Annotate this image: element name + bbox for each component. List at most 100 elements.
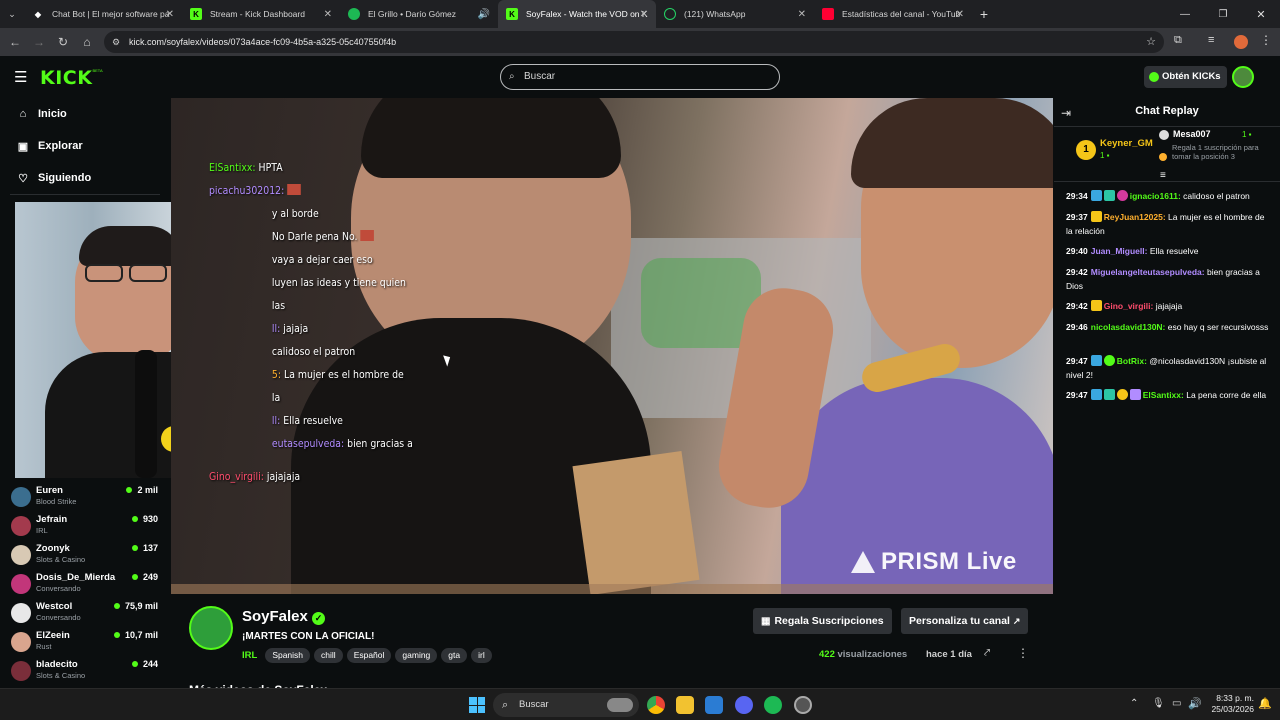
profile-avatar[interactable] (1234, 35, 1248, 49)
tag[interactable]: gaming (395, 648, 438, 663)
leader-name[interactable]: Keyner_GM (1100, 138, 1153, 149)
divider (10, 194, 160, 195)
notification-bell-icon[interactable]: 🔔 (1258, 697, 1272, 710)
new-tab-button[interactable]: + (972, 6, 996, 22)
avatar (11, 661, 31, 681)
compass-icon: ▣ (17, 140, 29, 153)
discord-icon[interactable] (735, 696, 753, 714)
hamburger-menu-icon[interactable]: ☰ (14, 68, 27, 86)
overlay-chat-line: picachu302012: (209, 179, 413, 202)
channel-name[interactable]: SoyFalex ✓ (242, 608, 326, 625)
share-icon[interactable]: ⤤ (984, 647, 990, 660)
extensions-icon[interactable]: ⧉ (1174, 34, 1182, 47)
chrome-icon[interactable] (647, 696, 665, 714)
kick-header: ☰ KICKBETA ⌕ Buscar Obtén KICKs (0, 56, 1280, 98)
leader-name[interactable]: Mesa007 (1173, 129, 1211, 139)
nav-explorar[interactable]: ▣ Explorar (16, 136, 83, 156)
get-kicks-button[interactable]: Obtén KICKs (1144, 66, 1227, 88)
file-explorer-icon[interactable] (676, 696, 694, 714)
forward-icon[interactable]: → (27, 35, 51, 49)
kicks-coin-icon (1149, 72, 1159, 82)
tab-spotify[interactable]: El Grillo • Darío Gómez 🔊 (340, 0, 498, 28)
microsoft-store-icon[interactable] (705, 696, 723, 714)
more-options-icon[interactable]: ⋮ (1017, 646, 1029, 660)
channel-avatar[interactable] (189, 606, 233, 650)
close-icon[interactable]: ✕ (166, 9, 174, 20)
channel-item[interactable]: Dosis_De_Mierda Conversando 249 (10, 571, 160, 600)
close-icon[interactable]: ✕ (798, 9, 806, 20)
tag[interactable]: Spanish (265, 648, 311, 663)
nav-siguiendo[interactable]: ♡ Siguiendo (16, 168, 91, 188)
tab-soyfalex-vod[interactable]: K SoyFalex - Watch the VOD on K ✕ (498, 0, 656, 28)
crown-icon (1090, 211, 1102, 222)
badge-icon (1090, 389, 1102, 400)
nav-inicio[interactable]: ⌂ Inicio (16, 104, 67, 124)
back-icon[interactable]: ← (3, 35, 27, 49)
mic-icon[interactable]: 🎙 (1152, 698, 1165, 709)
customize-channel-button[interactable]: Personaliza tu canal ↗ (901, 608, 1029, 634)
overlay-chat-line: vaya a dejar caer eso (271, 253, 373, 266)
tag[interactable]: Español (346, 648, 392, 663)
badge-icon (1116, 389, 1128, 400)
chat-message: 29:34 ignacio1611: calidoso el patron (1066, 190, 1250, 201)
tab-kick-dashboard[interactable]: K Stream - Kick Dashboard ✕ (182, 0, 340, 28)
rank-badge: 1 (1076, 140, 1096, 160)
home-browser-icon[interactable]: ⌂ (75, 35, 99, 49)
tag[interactable]: chill (314, 648, 343, 663)
channel-item[interactable]: Zoonyk Slots & Casino 137 (10, 542, 160, 571)
channel-item[interactable]: Jefrain IRL 930 (10, 513, 160, 542)
tab-list-icon[interactable]: ⌄ (0, 9, 24, 20)
taskbar-search[interactable]: ⌕ Buscar (493, 693, 639, 717)
media-controls-icon[interactable]: ≡ (1208, 34, 1214, 46)
badge-icon (1103, 190, 1115, 201)
clock[interactable]: 8:33 p. m. 25/03/2026 (1200, 693, 1254, 715)
tag[interactable]: irl (471, 648, 492, 663)
expand-leaderboard-icon[interactable]: ≡ (1160, 170, 1166, 181)
close-icon[interactable]: ✕ (324, 9, 332, 20)
gift-subs-button[interactable]: ▦ Regala Suscripciones (753, 608, 892, 634)
more-videos-heading: Más videos de SoyFalex (189, 680, 327, 688)
obs-icon[interactable] (794, 696, 812, 714)
restore-icon[interactable]: ❐ (1204, 9, 1242, 20)
channel-item[interactable]: ElZeein Rust 10,7 mil (10, 629, 160, 658)
close-window-icon[interactable]: ✕ (1242, 8, 1280, 21)
channel-item[interactable]: bladecito Slots & Casino 244 (10, 658, 160, 687)
tag[interactable]: gta (441, 648, 468, 663)
badge-icon (1103, 389, 1115, 400)
prism-live-watermark: PRISM Live (851, 547, 1017, 577)
windows-start-icon[interactable] (469, 697, 485, 713)
view-count: 422 visualizaciones (819, 649, 908, 660)
close-icon[interactable]: ✕ (640, 9, 648, 20)
site-info-icon[interactable]: ⚙ (112, 31, 120, 53)
diamond-icon: ◆ (34, 9, 42, 19)
category-link[interactable]: IRL (242, 650, 257, 661)
network-icon[interactable]: ▭ (1172, 698, 1181, 709)
channel-item[interactable]: Westcol Conversando 75,9 mil (10, 600, 160, 629)
tray-chevron-icon[interactable]: ⌃ (1130, 698, 1138, 709)
reload-icon[interactable]: ↻ (51, 35, 75, 49)
close-icon[interactable]: ✕ (956, 9, 964, 20)
channel-item[interactable]: Euren Blood Strike 2 mil (10, 484, 160, 513)
speaker-icon[interactable]: 🔊 (478, 9, 490, 20)
tab-chatbot[interactable]: ◆ Chat Bot | El mejor software pa ✕ (24, 0, 182, 28)
browser-menu-icon[interactable]: ⋮ (1260, 33, 1272, 47)
search-input[interactable]: ⌕ Buscar (500, 64, 780, 90)
minimize-icon[interactable]: — (1166, 9, 1204, 20)
video-player[interactable]: ElSantixx: HPTA picachu302012: y al bord… (171, 98, 1053, 594)
tab-youtube-studio[interactable]: Estadísticas del canal - YouTub ✕ (814, 0, 972, 28)
badge-icon (1116, 190, 1128, 201)
crown-icon (1090, 300, 1102, 311)
search-icon: ⌕ (509, 71, 515, 82)
verified-icon (1103, 355, 1115, 366)
table-edge (171, 584, 1053, 594)
address-bar[interactable]: ⚙ kick.com/soyfalex/videos/073a4ace-fc09… (104, 31, 1164, 53)
kick-logo[interactable]: KICKBETA (40, 67, 103, 89)
tab-whatsapp[interactable]: (121) WhatsApp ✕ (656, 0, 814, 28)
stream-title: ¡MARTES CON LA OFICIAL! (242, 631, 375, 642)
user-avatar[interactable] (1232, 66, 1254, 88)
verified-icon: ✓ (312, 612, 326, 625)
spotify-icon[interactable] (764, 696, 782, 714)
bookmark-star-icon[interactable]: ☆ (1146, 31, 1156, 53)
leader-count: 1 ▪ (1242, 130, 1252, 139)
gift-icon (1159, 153, 1167, 161)
